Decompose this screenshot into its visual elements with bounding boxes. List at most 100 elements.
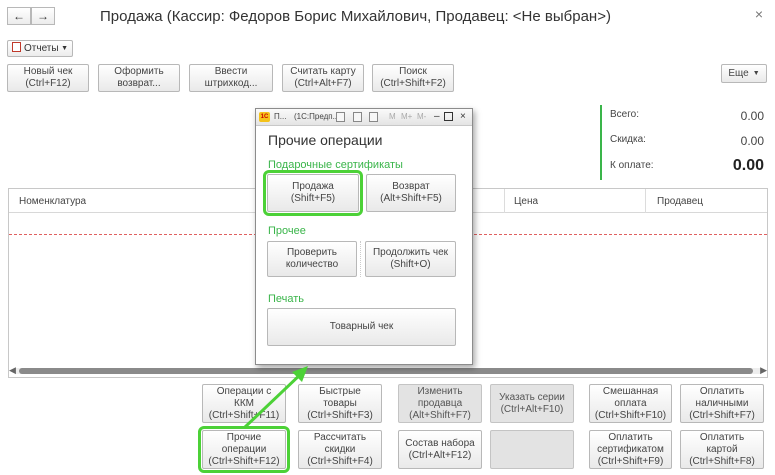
- check-quantity-label-2: количество: [285, 259, 339, 270]
- dialog-title: П...: [274, 112, 287, 121]
- more-button[interactable]: Еще ▼: [721, 64, 767, 83]
- continue-check-button[interactable]: Продолжить чек (Shift+O): [365, 241, 456, 277]
- calculate-discounts-label: Рассчитать: [313, 431, 367, 443]
- column-divider: [504, 189, 505, 213]
- other-operations-button[interactable]: Прочие операции (Ctrl+Shift+F12): [198, 426, 290, 473]
- total-label: Всего:: [610, 109, 639, 120]
- continue-check-label: Продолжить чек: [372, 247, 449, 258]
- pay-card-shortcut: (Ctrl+Shift+F8): [689, 455, 755, 467]
- report-icon: [12, 42, 21, 52]
- goods-receipt-label: Товарный чек: [329, 321, 394, 332]
- amount-due-label: К оплате:: [610, 160, 654, 171]
- new-check-label: Новый чек: [23, 66, 73, 77]
- search-button[interactable]: Поиск (Ctrl+Shift+F2): [372, 64, 454, 92]
- kkm-operations-label: Операции с: [216, 385, 272, 397]
- change-seller-label: Изменить: [417, 385, 463, 397]
- close-button[interactable]: ×: [755, 6, 763, 22]
- quick-goods-button[interactable]: Быстрые товары (Ctrl+Shift+F3): [298, 384, 382, 423]
- print-section: Печать: [268, 293, 305, 305]
- other-section: Прочее: [268, 225, 306, 237]
- window-title: Продажа (Кассир: Федоров Борис Михайлови…: [100, 8, 611, 25]
- back-button[interactable]: ←: [7, 7, 31, 25]
- search-shortcut: (Ctrl+Shift+F2): [380, 78, 446, 89]
- scrollbar-thumb[interactable]: [19, 368, 753, 374]
- read-card-label: Считать карту: [290, 66, 356, 77]
- enter-barcode-label-2: штрихкод...: [204, 78, 258, 89]
- reports-menu-button[interactable]: Отчеты ▼: [7, 40, 73, 57]
- specify-series-label: Указать серии: [499, 391, 565, 403]
- enter-barcode-label: Ввести: [214, 66, 248, 77]
- calculator-icon[interactable]: [353, 112, 362, 122]
- read-card-shortcut: (Ctrl+Alt+F7): [294, 78, 352, 89]
- memory-minus-button[interactable]: M-: [417, 109, 426, 125]
- other-operations-shortcut: (Ctrl+Shift+F12): [208, 455, 280, 467]
- pay-certificate-label-2: сертификатом: [597, 443, 664, 455]
- register-return-label: Оформить: [114, 66, 164, 77]
- memory-plus-button[interactable]: M+: [401, 109, 412, 125]
- totals-panel: Всего: 0.00 Скидка: 0.00 К оплате: 0.00: [600, 105, 768, 180]
- arrow-left-icon: ←: [13, 9, 25, 23]
- read-card-button[interactable]: Считать карту (Ctrl+Alt+F7): [282, 64, 364, 92]
- kkm-operations-label-2: ККМ: [234, 397, 254, 409]
- change-seller-button[interactable]: Изменить продавца (Alt+Shift+F7): [398, 384, 482, 423]
- 1c-logo-icon: 1С: [259, 112, 270, 122]
- other-operations-label: Прочие: [226, 431, 262, 443]
- goods-receipt-button[interactable]: Товарный чек: [267, 308, 456, 346]
- quick-goods-label-2: товары: [323, 397, 357, 409]
- total-row: Всего: 0.00: [610, 109, 764, 123]
- discount-value: 0.00: [740, 134, 764, 148]
- forward-button[interactable]: →: [31, 7, 55, 25]
- calculate-discounts-shortcut: (Ctrl+Shift+F4): [307, 455, 373, 467]
- sale-certificate-button[interactable]: Продажа (Shift+F5): [263, 170, 363, 216]
- calculate-discounts-button[interactable]: Рассчитать скидки (Ctrl+Shift+F4): [298, 430, 382, 469]
- kkm-operations-button[interactable]: Операции с ККМ (Ctrl+Shift+F11): [202, 384, 286, 423]
- check-quantity-button[interactable]: Проверить количество: [267, 241, 357, 277]
- specify-series-button[interactable]: Указать серии (Ctrl+Alt+F10): [490, 384, 574, 423]
- discount-row: Скидка: 0.00: [610, 134, 764, 148]
- column-nomenclature[interactable]: Номенклатура: [19, 196, 86, 207]
- gift-certificates-section: Подарочные сертификаты: [268, 159, 403, 171]
- minimize-icon[interactable]: –: [434, 109, 440, 125]
- mixed-payment-shortcut: (Ctrl+Shift+F10): [594, 409, 667, 421]
- pay-certificate-button[interactable]: Оплатить сертификатом (Ctrl+Shift+F9): [589, 430, 672, 469]
- pay-card-button[interactable]: Оплатить картой (Ctrl+Shift+F8): [680, 430, 764, 469]
- dialog-titlebar: 1С П... (1С:Предп... M M+ M- – ×: [256, 109, 472, 126]
- mixed-payment-button[interactable]: Смешанная оплата (Ctrl+Shift+F10): [589, 384, 672, 423]
- return-certificate-button[interactable]: Возврат (Alt+Shift+F5): [366, 174, 456, 212]
- sale-label: Продажа: [292, 181, 334, 192]
- total-value: 0.00: [740, 109, 764, 123]
- quick-goods-shortcut: (Ctrl+Shift+F3): [307, 409, 373, 421]
- reports-label: Отчеты: [24, 43, 59, 54]
- document-icon[interactable]: [336, 112, 345, 122]
- more-label: Еще: [728, 67, 749, 79]
- calendar-icon[interactable]: [369, 112, 378, 122]
- horizontal-scrollbar[interactable]: ◀ ▶: [9, 365, 767, 375]
- pay-cash-button[interactable]: Оплатить наличными (Ctrl+Shift+F7): [680, 384, 764, 423]
- quick-goods-label: Быстрые: [319, 385, 361, 397]
- pay-cash-shortcut: (Ctrl+Shift+F7): [689, 409, 755, 421]
- return-shortcut: (Alt+Shift+F5): [380, 193, 442, 204]
- maximize-icon[interactable]: [444, 112, 453, 121]
- column-seller[interactable]: Продавец: [657, 196, 703, 207]
- register-return-button[interactable]: Оформить возврат...: [98, 64, 180, 92]
- register-return-label-2: возврат...: [117, 78, 161, 89]
- close-icon[interactable]: ×: [460, 109, 466, 125]
- new-check-button[interactable]: Новый чек (Ctrl+F12): [7, 64, 89, 92]
- pay-cash-label-2: наличными: [695, 397, 749, 409]
- empty-button[interactable]: [490, 430, 574, 469]
- sale-shortcut: (Shift+F5): [290, 193, 336, 204]
- scroll-right-icon[interactable]: ▶: [760, 365, 767, 376]
- column-price[interactable]: Цена: [514, 196, 538, 207]
- enter-barcode-button[interactable]: Ввести штрихкод...: [189, 64, 273, 92]
- pay-cash-label: Оплатить: [699, 385, 745, 397]
- check-quantity-label: Проверить: [286, 247, 337, 258]
- set-composition-shortcut: (Ctrl+Alt+F12): [408, 449, 472, 461]
- set-composition-button[interactable]: Состав набора (Ctrl+Alt+F12): [398, 430, 482, 469]
- scroll-left-icon[interactable]: ◀: [9, 365, 16, 376]
- memory-button[interactable]: M: [389, 109, 396, 125]
- close-icon: ×: [754, 6, 763, 22]
- new-check-shortcut: (Ctrl+F12): [25, 78, 71, 89]
- dialog-heading: Прочие операции: [268, 132, 383, 148]
- set-composition-label: Состав набора: [405, 437, 475, 449]
- dialog-title-app: (1С:Предп...: [294, 112, 340, 121]
